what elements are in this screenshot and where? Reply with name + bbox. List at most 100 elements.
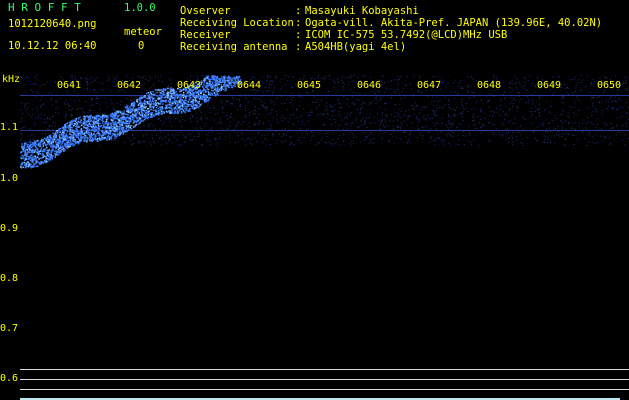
noise-speck (237, 109, 239, 111)
noise-speck (323, 77, 324, 79)
grid-line (20, 369, 629, 370)
noise-speck (389, 120, 391, 121)
noise-speck (505, 138, 507, 140)
noise-speck (261, 104, 263, 106)
noise-speck (240, 106, 242, 107)
noise-speck (371, 138, 373, 140)
signal-point (170, 87, 172, 89)
noise-speck (575, 121, 577, 123)
noise-speck (567, 94, 569, 95)
noise-speck (49, 119, 51, 121)
signal-point (62, 147, 64, 149)
noise-speck (158, 80, 160, 82)
noise-speck (612, 127, 614, 129)
noise-speck (215, 137, 217, 139)
noise-speck (425, 125, 427, 127)
noise-speck (417, 137, 418, 139)
noise-speck (153, 83, 155, 85)
noise-speck (245, 107, 247, 109)
signal-point (20, 166, 22, 168)
signal-point (82, 133, 84, 135)
noise-speck (168, 116, 170, 118)
signal-point (75, 136, 78, 138)
noise-speck (362, 75, 364, 77)
noise-speck (350, 77, 352, 79)
signal-point (46, 136, 49, 138)
signal-point (192, 106, 194, 108)
signal-point (173, 112, 175, 115)
noise-speck (289, 96, 291, 98)
signal-point (218, 83, 220, 86)
noise-speck (449, 107, 451, 109)
noise-speck (525, 102, 527, 104)
signal-point (80, 129, 82, 132)
noise-speck (65, 115, 67, 117)
noise-speck (34, 121, 36, 123)
noise-speck (434, 143, 436, 145)
signal-point (32, 165, 34, 167)
signal-point (217, 87, 219, 89)
noise-speck (253, 113, 254, 115)
noise-speck (399, 103, 401, 105)
noise-speck (353, 142, 355, 144)
noise-speck (437, 137, 439, 139)
signal-point (171, 104, 173, 106)
noise-speck (27, 102, 29, 104)
signal-point (42, 145, 45, 147)
signal-point (62, 131, 64, 134)
signal-point (28, 146, 30, 148)
noise-speck (382, 119, 383, 121)
noise-speck (284, 103, 286, 104)
noise-speck (514, 118, 516, 120)
noise-speck (270, 112, 272, 114)
signal-point (100, 125, 102, 127)
noise-speck (370, 141, 372, 143)
noise-speck (519, 81, 521, 83)
noise-speck (324, 110, 326, 112)
noise-speck (135, 131, 137, 133)
noise-speck (381, 114, 383, 116)
signal-point (152, 97, 154, 100)
signal-point (51, 158, 53, 160)
noise-speck (352, 122, 354, 124)
noise-speck (189, 75, 191, 77)
noise-speck (493, 124, 495, 126)
noise-speck (219, 132, 221, 134)
noise-speck (489, 114, 490, 116)
noise-speck (149, 76, 151, 78)
signal-point (58, 140, 61, 143)
noise-speck (335, 142, 337, 143)
noise-speck (228, 136, 230, 138)
signal-point (85, 124, 88, 127)
signal-point (97, 115, 99, 118)
signal-point (160, 98, 162, 100)
signal-point (101, 136, 103, 139)
signal-point (41, 154, 43, 156)
noise-speck (508, 109, 510, 111)
signal-point (98, 137, 101, 139)
noise-speck (206, 118, 208, 119)
noise-speck (272, 91, 274, 93)
noise-speck (610, 96, 612, 97)
signal-point (150, 114, 152, 116)
noise-speck (514, 122, 516, 124)
noise-speck (398, 113, 399, 115)
noise-speck (366, 117, 367, 119)
noise-speck (130, 100, 132, 101)
signal-point (105, 126, 107, 128)
noise-speck (222, 107, 224, 109)
noise-speck (422, 117, 424, 119)
noise-speck (85, 144, 87, 146)
signal-point (84, 135, 86, 137)
noise-speck (398, 108, 400, 110)
noise-speck (460, 88, 462, 89)
signal-point (121, 122, 123, 125)
signal-point (90, 124, 92, 126)
noise-speck (220, 99, 222, 101)
signal-point (34, 157, 36, 160)
noise-speck (298, 105, 300, 107)
signal-point (205, 90, 207, 93)
signal-point (198, 98, 201, 100)
noise-speck (450, 143, 452, 145)
noise-speck (601, 113, 603, 115)
